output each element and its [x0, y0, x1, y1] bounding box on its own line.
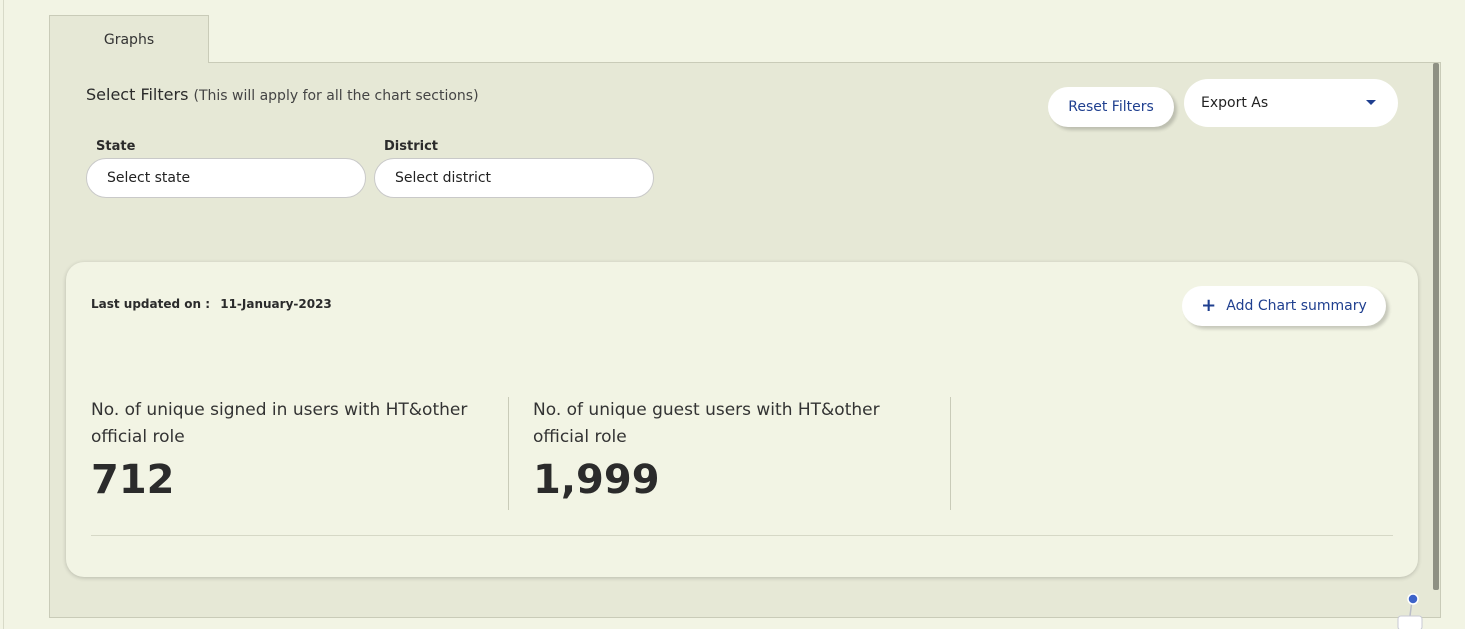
tab-graphs-label: Graphs: [103, 31, 155, 48]
metric-value: 712: [91, 457, 175, 503]
last-updated: Last updated on : 11-January-2023: [91, 297, 332, 311]
filters-note: (This will apply for all the chart secti…: [193, 88, 479, 104]
district-label: District: [384, 139, 438, 154]
metric-signed-in-users: No. of unique signed in users with HT&ot…: [91, 397, 509, 510]
add-chart-summary-button[interactable]: + Add Chart summary: [1182, 286, 1386, 326]
chevron-down-icon: [1366, 100, 1376, 105]
card-divider: [91, 535, 1393, 536]
export-as-dropdown[interactable]: Export As: [1184, 79, 1398, 127]
add-chart-summary-label: Add Chart summary: [1226, 298, 1367, 314]
state-select[interactable]: Select state: [86, 158, 366, 198]
tab-graphs[interactable]: Graphs: [49, 15, 209, 63]
metric-value: 1,999: [533, 457, 660, 503]
reset-filters-button[interactable]: Reset Filters: [1048, 87, 1174, 127]
metric-guest-users: No. of unique guest users with HT&other …: [533, 397, 951, 510]
export-as-label: Export As: [1201, 95, 1269, 111]
last-updated-label: Last updated on :: [91, 297, 211, 311]
panel-scrollbar[interactable]: [1433, 63, 1439, 590]
dashboard-page: Graphs Select Filters (This will apply f…: [0, 0, 1465, 629]
state-label: State: [96, 139, 136, 154]
district-select[interactable]: Select district: [374, 158, 654, 198]
metric-label: No. of unique guest users with HT&other …: [533, 400, 880, 447]
reset-filters-label: Reset Filters: [1068, 99, 1154, 115]
graphs-panel: Select Filters (This will apply for all …: [49, 62, 1441, 618]
assistant-bot-icon[interactable]: [1396, 592, 1424, 629]
chart-card: Last updated on : 11-January-2023 + Add …: [66, 262, 1418, 577]
state-select-placeholder: Select state: [107, 170, 191, 186]
plus-icon: +: [1201, 295, 1217, 316]
last-updated-date: 11-January-2023: [220, 297, 332, 311]
district-select-placeholder: Select district: [395, 170, 492, 186]
filters-heading: Select Filters (This will apply for all …: [86, 85, 479, 104]
page-edge-divider: [3, 0, 4, 629]
filters-title: Select Filters: [86, 85, 189, 104]
metric-label: No. of unique signed in users with HT&ot…: [91, 400, 468, 447]
